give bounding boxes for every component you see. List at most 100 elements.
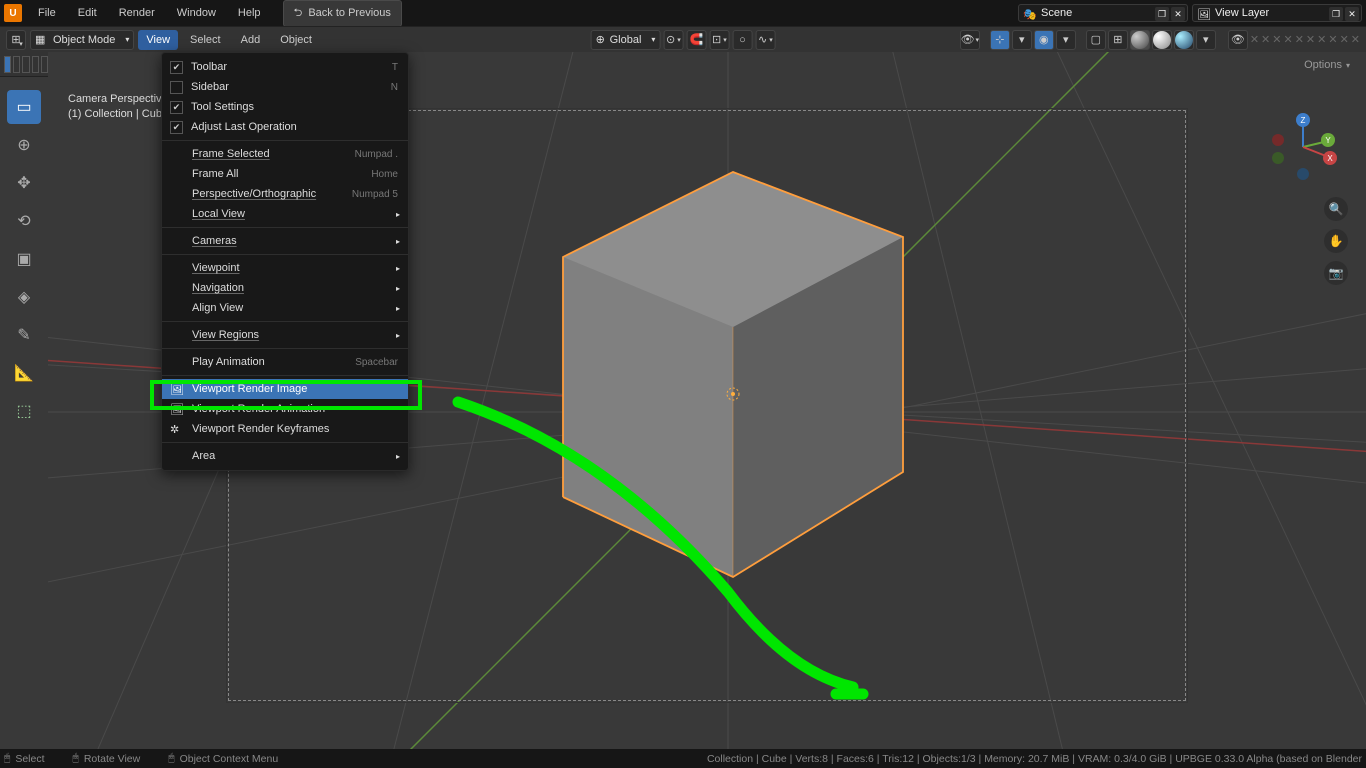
selmode-4[interactable] — [32, 56, 39, 73]
shading-dropdown[interactable]: ▾ — [1196, 30, 1216, 50]
mode-label: Object Mode — [53, 34, 115, 46]
top-menu-bar: U File Edit Render Window Help ⮌ Back to… — [0, 0, 1366, 26]
menu-view-regions[interactable]: View Regions▸ — [162, 325, 408, 345]
menu-play-animation[interactable]: Play AnimationSpacebar — [162, 352, 408, 372]
tool-rotate[interactable]: ⟲ — [7, 204, 41, 238]
scene-field[interactable]: 🎭 Scene ❐✕ — [1018, 4, 1188, 22]
viewlayer-icon: 🖼 — [1197, 8, 1211, 21]
selmode-1[interactable] — [4, 56, 11, 73]
svg-text:Z: Z — [1301, 116, 1306, 125]
tool-cursor[interactable]: ⊕ — [7, 128, 41, 162]
scene-name: Scene — [1041, 7, 1072, 19]
selection-mode-row — [0, 52, 48, 77]
viewlayer-name: View Layer — [1215, 7, 1269, 19]
scene-icon: 🎭 — [1023, 8, 1037, 21]
menu-toolsettings[interactable]: Tool Settings — [162, 97, 408, 117]
tool-scale[interactable]: ▣ — [7, 242, 41, 276]
tool-measure[interactable]: 📐 — [7, 356, 41, 390]
menu-window[interactable]: Window — [167, 3, 226, 23]
pan-icon[interactable]: ✋ — [1324, 229, 1348, 253]
svg-text:X: X — [1327, 154, 1333, 163]
hud-object-name: (1) Collection | Cube — [68, 107, 168, 122]
menu-frame-selected[interactable]: Frame SelectedNumpad . — [162, 144, 408, 164]
selmode-2[interactable] — [13, 56, 20, 73]
selmode-3[interactable] — [22, 56, 29, 73]
status-rotate: Rotate View — [84, 753, 140, 765]
shading-matpreview[interactable] — [1152, 30, 1172, 50]
header-menu-object[interactable]: Object — [272, 30, 320, 50]
pivot-button[interactable]: ⊙▾ — [663, 30, 683, 50]
shading-wire[interactable]: ⊞ — [1108, 30, 1128, 50]
mouse-left-icon: 🖱 — [4, 752, 10, 765]
svg-text:Y: Y — [1325, 136, 1331, 145]
overlay-toggle[interactable]: ◉ — [1034, 30, 1054, 50]
view-menu-dropdown: ToolbarT SidebarN Tool Settings Adjust L… — [161, 52, 409, 471]
back-label: Back to Previous — [308, 7, 391, 19]
status-info: Collection | Cube | Verts:8 | Faces:6 | … — [707, 753, 1362, 765]
menu-help[interactable]: Help — [228, 3, 271, 23]
back-icon: ⮌ — [294, 4, 303, 23]
selmode-5[interactable] — [41, 56, 48, 73]
menu-viewpoint[interactable]: Viewpoint▸ — [162, 258, 408, 278]
scene-close-icon[interactable]: ✕ — [1171, 7, 1185, 21]
shading-solid[interactable] — [1130, 30, 1150, 50]
restrict-select[interactable]: 👁 — [1228, 30, 1248, 50]
toolbar: ▭ ⊕ ✥ ⟲ ▣ ◈ ✎ 📐 ⬚ — [0, 52, 48, 749]
menu-frame-all[interactable]: Frame AllHome — [162, 164, 408, 184]
header-menu-add[interactable]: Add — [233, 30, 269, 50]
menu-viewport-render-keyframes[interactable]: ✲Viewport Render Keyframes — [162, 419, 408, 439]
snap-toggle[interactable]: 🧲 — [686, 30, 706, 50]
gizmo-toggle[interactable]: ⊹ — [990, 30, 1010, 50]
menu-adjustlast[interactable]: Adjust Last Operation — [162, 117, 408, 137]
nav-gizmo[interactable]: Z Y X — [1268, 112, 1338, 182]
proportional-dropdown[interactable]: ∿▾ — [755, 30, 775, 50]
menu-sidebar[interactable]: SidebarN — [162, 77, 408, 97]
gizmo-dropdown[interactable]: ▾ — [1012, 30, 1032, 50]
camera-icon[interactable]: 📷 — [1324, 261, 1348, 285]
mouse-middle-icon: 🖱 — [73, 752, 79, 765]
tool-move[interactable]: ✥ — [7, 166, 41, 200]
menu-toolbar[interactable]: ToolbarT — [162, 57, 408, 77]
viewlayer-field[interactable]: 🖼 View Layer ❐✕ — [1192, 4, 1362, 22]
menu-viewport-render-image[interactable]: 🖼Viewport Render Image — [162, 379, 408, 399]
back-to-previous-button[interactable]: ⮌ Back to Previous — [283, 0, 402, 27]
object-mode-icon: ▦ — [35, 33, 45, 46]
menu-persp-ortho[interactable]: Perspective/OrthographicNumpad 5 — [162, 184, 408, 204]
xray-toggle[interactable]: ▢ — [1086, 30, 1106, 50]
status-context: Object Context Menu — [180, 753, 279, 765]
overlay-dropdown[interactable]: ▾ — [1056, 30, 1076, 50]
orientation-dropdown[interactable]: ⊕ Global ▾ — [591, 30, 661, 50]
tool-add-cube[interactable]: ⬚ — [7, 394, 41, 428]
shading-rendered[interactable] — [1174, 30, 1194, 50]
menu-cameras[interactable]: Cameras▸ — [162, 231, 408, 251]
menu-area[interactable]: Area▸ — [162, 446, 408, 466]
header-menu-view[interactable]: View — [138, 30, 178, 50]
tool-annotate[interactable]: ✎ — [7, 318, 41, 352]
header-menu-select[interactable]: Select — [182, 30, 229, 50]
editor-type-button[interactable]: ⊞▾ — [6, 30, 26, 50]
options-button[interactable]: Options ▾ — [1296, 56, 1358, 74]
render-keyframes-icon: ✲ — [170, 423, 186, 436]
viewport-side-controls: 🔍 ✋ 📷 — [1324, 197, 1348, 285]
render-anim-icon: 🖼 — [170, 403, 186, 416]
visibility-button[interactable]: 👁▾ — [960, 30, 980, 50]
menu-navigation[interactable]: Navigation▸ — [162, 278, 408, 298]
render-image-icon: 🖼 — [170, 383, 186, 396]
mode-dropdown[interactable]: ▦ Object Mode ▾ — [30, 30, 134, 50]
menu-file[interactable]: File — [28, 3, 66, 23]
orientation-icon: ⊕ — [596, 33, 605, 46]
menu-local-view[interactable]: Local View▸ — [162, 204, 408, 224]
menu-align-view[interactable]: Align View▸ — [162, 298, 408, 318]
proportional-toggle[interactable]: ○ — [732, 30, 752, 50]
menu-render[interactable]: Render — [109, 3, 165, 23]
zoom-icon[interactable]: 🔍 — [1324, 197, 1348, 221]
viewlayer-close-icon[interactable]: ✕ — [1345, 7, 1359, 21]
menu-edit[interactable]: Edit — [68, 3, 107, 23]
snap-dropdown[interactable]: ⊡▾ — [709, 30, 729, 50]
viewlayer-copy-icon[interactable]: ❐ — [1329, 7, 1343, 21]
scene-copy-icon[interactable]: ❐ — [1155, 7, 1169, 21]
orientation-label: Global — [610, 34, 642, 46]
menu-viewport-render-animation[interactable]: 🖼Viewport Render Animation — [162, 399, 408, 419]
tool-select-box[interactable]: ▭ — [7, 90, 41, 124]
tool-transform[interactable]: ◈ — [7, 280, 41, 314]
